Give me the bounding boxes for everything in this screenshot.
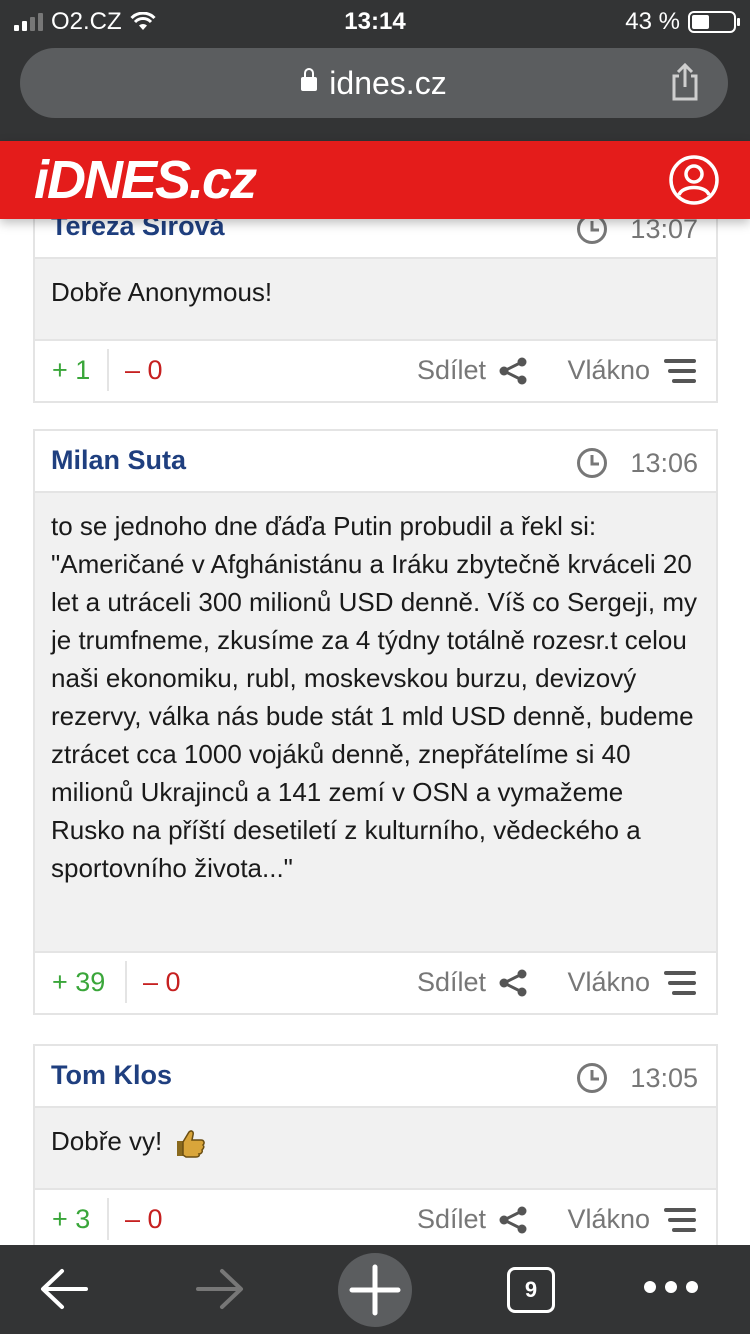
browser-top-chrome: O2.CZ 13:14 43 % idnes.cz [0, 0, 750, 141]
share-nodes-icon [499, 1206, 527, 1233]
url-bar[interactable]: idnes.cz [20, 48, 728, 118]
vote-plus-button[interactable]: + 1 [52, 355, 90, 386]
new-tab-button[interactable] [338, 1253, 412, 1327]
comment-text: Dobře Anonymous! [35, 259, 716, 341]
vote-plus-button[interactable]: + 39 [52, 967, 105, 998]
comment-author[interactable]: Tereza Sirová [51, 219, 225, 242]
plus-icon [349, 1264, 401, 1316]
browser-bottom-toolbar: 9 [0, 1245, 750, 1334]
share-nodes-icon [499, 969, 527, 996]
comments-list[interactable]: Tereza Sirová 13:07 Dobře Anonymous! + 1… [0, 219, 750, 1245]
thread-button[interactable]: Vlákno [567, 1204, 696, 1235]
url-domain: idnes.cz [329, 65, 447, 101]
comment-footer: + 3 – 0 Sdílet Vlákno [35, 1190, 716, 1245]
comment-time: 13:06 [630, 447, 698, 478]
thread-lines-icon [664, 970, 696, 995]
vote-minus-button[interactable]: – 0 [125, 355, 163, 386]
vote-plus-button[interactable]: + 3 [52, 1204, 90, 1235]
thread-label: Vlákno [567, 355, 650, 385]
comment-time: 13:07 [630, 219, 698, 244]
status-bar: O2.CZ 13:14 43 % [0, 0, 750, 42]
thread-button[interactable]: Vlákno [567, 355, 696, 386]
clock-icon [577, 1063, 608, 1093]
comment-text: to se jednoho dne ďáďa Putin probudil a … [35, 493, 716, 953]
vote-divider [107, 349, 109, 391]
comment-time: 13:05 [630, 1062, 698, 1093]
comment-footer: + 1 – 0 Sdílet Vlákno [35, 341, 716, 401]
thread-button[interactable]: Vlákno [567, 967, 696, 998]
share-label: Sdílet [416, 1204, 486, 1234]
lock-icon [301, 67, 318, 91]
share-button[interactable]: Sdílet [417, 355, 528, 386]
forward-button[interactable] [190, 1259, 250, 1319]
comment-body: Dobře vy! [35, 1108, 716, 1190]
comment-footer: + 39 – 0 Sdílet Vlákno [35, 953, 716, 1013]
comment-header: Tom Klos 13:05 [35, 1046, 716, 1108]
comment-author[interactable]: Tom Klos [51, 1060, 172, 1091]
vote-divider [107, 1198, 109, 1240]
comment-header: Milan Suta 13:06 [35, 431, 716, 493]
comment-header: Tereza Sirová 13:07 [35, 219, 716, 259]
thread-lines-icon [664, 358, 696, 383]
comment-author[interactable]: Milan Suta [51, 445, 186, 476]
user-account-icon[interactable] [668, 154, 720, 206]
battery-icon [688, 11, 740, 33]
arrow-right-icon [196, 1269, 243, 1309]
share-button[interactable]: Sdílet [417, 967, 528, 998]
tabs-button[interactable]: 9 [507, 1267, 555, 1313]
more-menu-icon[interactable] [644, 1281, 698, 1293]
comment-card: Tereza Sirová 13:07 Dobře Anonymous! + 1… [33, 219, 718, 403]
vote-divider [125, 961, 127, 1003]
clock-icon [577, 219, 608, 244]
share-button[interactable]: Sdílet [417, 1204, 528, 1235]
vote-minus-button[interactable]: – 0 [143, 967, 181, 998]
thread-label: Vlákno [567, 967, 650, 997]
thumbs-up-emoji-icon [176, 1130, 205, 1158]
comment-text: Dobře vy! [51, 1126, 163, 1156]
arrow-left-icon [41, 1269, 88, 1309]
clock-icon [577, 448, 608, 478]
thread-lines-icon [664, 1207, 696, 1232]
comment-card: Tom Klos 13:05 Dobře vy! + 3 – 0 Sdílet … [33, 1044, 718, 1245]
vote-minus-button[interactable]: – 0 [125, 1204, 163, 1235]
idnes-logo[interactable]: iDNES.cz [34, 149, 257, 211]
share-icon[interactable] [668, 62, 702, 102]
share-label: Sdílet [416, 967, 486, 997]
share-nodes-icon [499, 357, 527, 384]
back-button[interactable] [34, 1259, 94, 1319]
battery-text: 43 % [625, 8, 680, 35]
site-header: iDNES.cz [0, 141, 750, 219]
thread-label: Vlákno [567, 1204, 650, 1234]
share-label: Sdílet [416, 355, 486, 385]
comment-card: Milan Suta 13:06 to se jednoho dne ďáďa … [33, 429, 718, 1015]
